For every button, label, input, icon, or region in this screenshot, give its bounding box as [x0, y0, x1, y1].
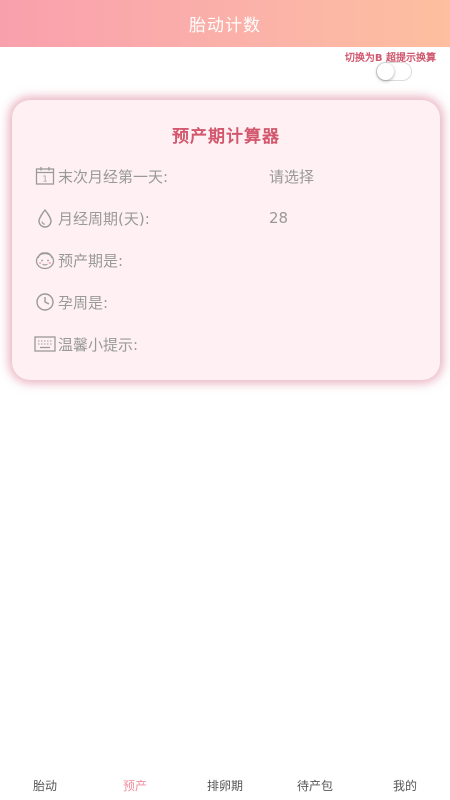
app-header: 胎动计数 [0, 0, 450, 47]
cycle-length-label: 月经周期(天): [58, 209, 150, 228]
tips-row: 温馨小提示: [34, 332, 424, 356]
page-title: 胎动计数 [189, 16, 261, 36]
baby-face-icon [34, 249, 56, 271]
last-period-select[interactable]: 请选择 [269, 166, 314, 187]
card-title: 预产期计算器 [172, 127, 280, 147]
toggle-knob[interactable] [377, 63, 394, 80]
due-date-label: 预产期是: [58, 251, 124, 270]
due-date-row: 预产期是: [34, 248, 424, 272]
due-date-calculator-card: 预产期计算器 1 末次月经第一天: 请选择 月经周期(天): 28 预产期是: … [12, 100, 440, 380]
bscan-toggle-switch[interactable] [376, 62, 412, 81]
bottom-tab-bar: 胎动 预产 排卵期 待产包 我的 [0, 770, 450, 800]
tab-fetal-movement[interactable]: 胎动 [0, 777, 90, 794]
last-period-row[interactable]: 1 末次月经第一天: 请选择 [34, 164, 424, 188]
clock-icon [34, 291, 56, 313]
bscan-toggle-row: 切换为B 超提示换算 [236, 48, 436, 84]
tips-label: 温馨小提示: [58, 335, 139, 354]
keyboard-icon [34, 333, 56, 355]
tab-mine[interactable]: 我的 [360, 777, 450, 794]
last-period-label: 末次月经第一天: [58, 167, 169, 186]
calendar-icon: 1 [34, 165, 56, 187]
gestational-week-label: 孕周是: [58, 293, 109, 312]
cycle-length-row[interactable]: 月经周期(天): 28 [34, 206, 424, 230]
svg-text:1: 1 [42, 175, 47, 184]
tab-hospital-bag[interactable]: 待产包 [270, 777, 360, 794]
cycle-length-value[interactable]: 28 [269, 209, 288, 227]
drop-icon [34, 207, 56, 229]
tab-ovulation[interactable]: 排卵期 [180, 777, 270, 794]
gestational-week-row: 孕周是: [34, 290, 424, 314]
tab-due-date[interactable]: 预产 [90, 777, 180, 794]
